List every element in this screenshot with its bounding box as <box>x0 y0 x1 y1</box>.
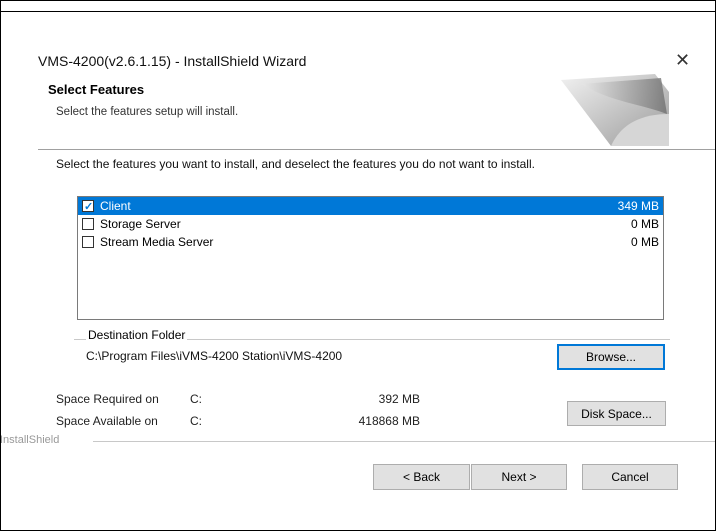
installer-graphic-icon <box>561 74 669 146</box>
space-available-label: Space Available on <box>56 414 158 428</box>
space-required-label: Space Required on <box>56 392 159 406</box>
page-title: Select Features <box>48 82 145 97</box>
instructions-text: Select the features you want to install,… <box>56 157 535 171</box>
space-required-value: 392 MB <box>378 392 420 406</box>
feature-list[interactable]: ✓ Client 349 MB Storage Server 0 MB Stre… <box>77 196 664 320</box>
header-separator <box>38 149 716 151</box>
feature-name: Stream Media Server <box>100 235 214 249</box>
feature-size: 0 MB <box>630 217 659 231</box>
feature-size: 0 MB <box>630 235 659 249</box>
list-item[interactable]: Stream Media Server 0 MB <box>78 233 663 251</box>
cancel-button[interactable]: Cancel <box>582 464 678 490</box>
page-subtitle: Select the features setup will install. <box>56 106 239 118</box>
next-button[interactable]: Next > <box>471 464 567 490</box>
feature-name: Client <box>100 199 131 213</box>
feature-checkbox[interactable]: ✓ <box>82 200 94 213</box>
list-item[interactable]: Storage Server 0 MB <box>78 215 663 233</box>
browse-button[interactable]: Browse... <box>557 344 665 370</box>
destination-label: Destination Folder <box>86 328 188 342</box>
disk-space-button[interactable]: Disk Space... <box>567 401 666 426</box>
checkmark-icon: ✓ <box>84 201 94 213</box>
footer-separator <box>93 441 716 442</box>
installshield-brand: InstallShield <box>0 434 60 446</box>
close-icon[interactable]: ✕ <box>675 51 690 69</box>
back-button[interactable]: < Back <box>373 464 470 490</box>
destination-path: C:\Program Files\iVMS-4200 Station\iVMS-… <box>86 349 343 363</box>
space-available-value: 418868 MB <box>358 414 420 428</box>
space-available-drive: C: <box>190 414 202 428</box>
list-item[interactable]: ✓ Client 349 MB <box>78 197 663 215</box>
feature-name: Storage Server <box>100 217 181 231</box>
feature-checkbox[interactable] <box>82 236 94 248</box>
feature-size: 349 MB <box>617 199 659 213</box>
feature-checkbox[interactable] <box>82 218 94 230</box>
top-border <box>0 0 716 12</box>
space-required-drive: C: <box>190 392 202 406</box>
window-title: VMS-4200(v2.6.1.15) - InstallShield Wiza… <box>38 53 307 69</box>
